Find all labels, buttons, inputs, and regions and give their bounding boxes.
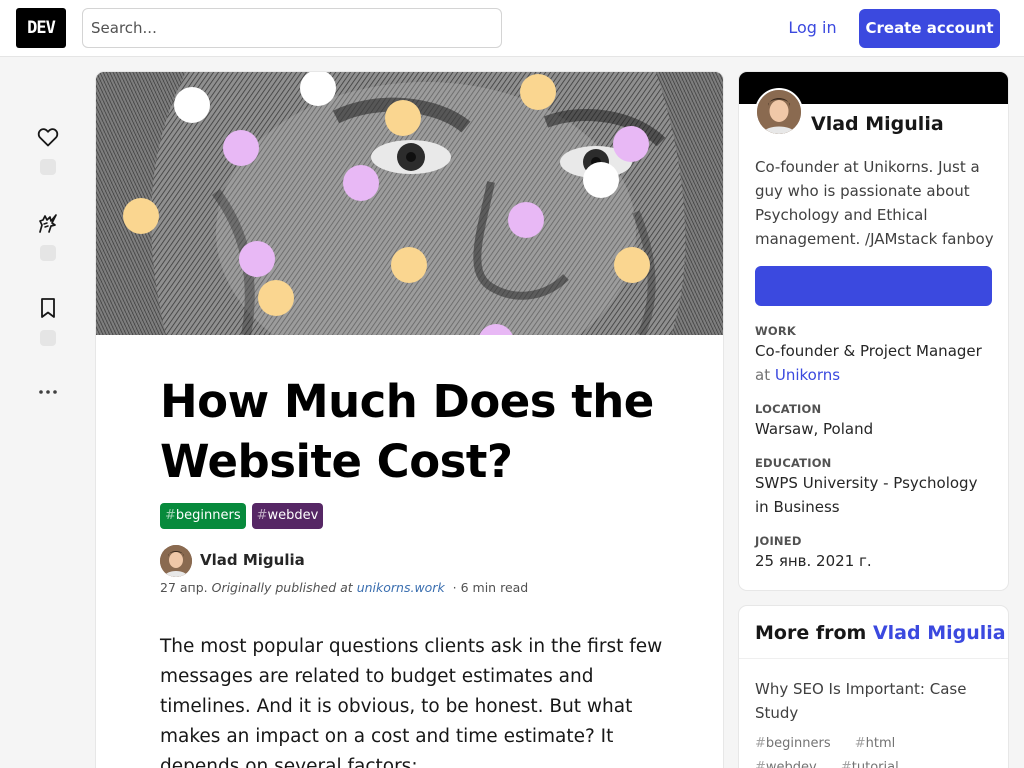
bookmark-reaction-button[interactable] (30, 296, 66, 346)
unicorn-reaction-button[interactable] (30, 211, 66, 261)
more-post-title[interactable]: Why SEO Is Important: Case Study (755, 677, 985, 725)
work-label: WORK (755, 324, 797, 338)
profile-bio: Co-founder at Unikorns. Just a guy who i… (755, 158, 994, 248)
profile-avatar[interactable] (755, 88, 803, 136)
article-title: How Much Does the Website Cost? (160, 375, 654, 488)
create-account-button[interactable]: Create account (859, 9, 1000, 48)
more-post-tags: #beginners #html #webdev #tutorial (755, 732, 995, 768)
article-body: The most popular questions clients ask i… (160, 636, 663, 768)
unicorn-icon (39, 214, 57, 233)
more-post-tag[interactable]: #beginners (755, 736, 841, 751)
more-from-heading: More from Vlad Migulia (755, 622, 1006, 644)
dev-logo[interactable]: DEV (16, 8, 66, 48)
more-post-tag[interactable]: #html (855, 736, 906, 751)
bookmark-icon (41, 298, 55, 318)
tag-beginners[interactable]: #beginners (160, 503, 246, 529)
cover-image (96, 72, 723, 335)
tag-hash: # (256, 508, 268, 523)
education-label: EDUCATION (755, 456, 832, 470)
profile-name[interactable]: Vlad Migulia (811, 113, 944, 135)
author-avatar[interactable] (160, 545, 192, 577)
profile-work: WORK Co-founder & Project Manager at Uni… (755, 324, 995, 387)
more-from-author-link[interactable]: Vlad Migulia (873, 622, 1006, 644)
work-company-link[interactable]: Unikorns (775, 366, 840, 384)
work-value: Co-founder & Project Manager at Unikorns (755, 339, 995, 387)
originally-published-text: Originally published at (211, 580, 353, 595)
divider (739, 658, 1008, 659)
tag-webdev[interactable]: #webdev (251, 503, 324, 529)
location-label: LOCATION (755, 402, 822, 416)
bookmark-count (40, 330, 56, 346)
education-value: SWPS University - Psychology in Business (755, 474, 978, 516)
more-post-tag[interactable]: #tutorial (841, 760, 909, 768)
work-at: at (755, 366, 771, 384)
tag-label: beginners (175, 508, 241, 523)
work-title: Co-founder & Project Manager (755, 342, 982, 360)
joined-value: 25 янв. 2021 г. (755, 552, 872, 570)
location-value: Warsaw, Poland (755, 420, 874, 438)
search-input[interactable] (82, 8, 502, 48)
publish-date: 27 апр. (160, 580, 208, 595)
top-navbar: DEV Log in Create account (0, 0, 1024, 57)
heart-reaction-button[interactable] (30, 125, 66, 175)
login-link[interactable]: Log in (775, 9, 850, 47)
heart-count (40, 159, 56, 175)
article-meta: 27 апр. Originally published at unikorns… (160, 580, 529, 595)
article-card: How Much Does the Website Cost? #beginne… (96, 72, 723, 768)
source-link[interactable]: unikorns.work (357, 580, 445, 595)
more-options-button[interactable] (30, 380, 66, 404)
more-post-tag[interactable]: #webdev (755, 760, 827, 768)
author-profile-card: Vlad Migulia Co-founder at Unikorns. Jus… (739, 72, 1008, 590)
more-from-prefix: More from (755, 622, 867, 644)
read-time: 6 min read (460, 580, 529, 595)
joined-label: JOINED (755, 534, 802, 548)
tag-hash: # (165, 508, 176, 523)
profile-location: LOCATION Warsaw, Poland (755, 402, 995, 441)
author-name[interactable]: Vlad Migulia (200, 551, 305, 569)
unicorn-count (40, 245, 56, 261)
ellipsis-icon (39, 390, 57, 394)
heart-icon (37, 128, 59, 147)
tag-label: webdev (267, 508, 319, 523)
article-tags: #beginners #webdev (160, 503, 329, 529)
profile-joined: JOINED 25 янв. 2021 г. (755, 534, 995, 573)
profile-education: EDUCATION SWPS University - Psychology i… (755, 456, 995, 519)
follow-button[interactable] (755, 266, 992, 306)
more-from-card: More from Vlad Migulia Why SEO Is Import… (739, 606, 1008, 768)
